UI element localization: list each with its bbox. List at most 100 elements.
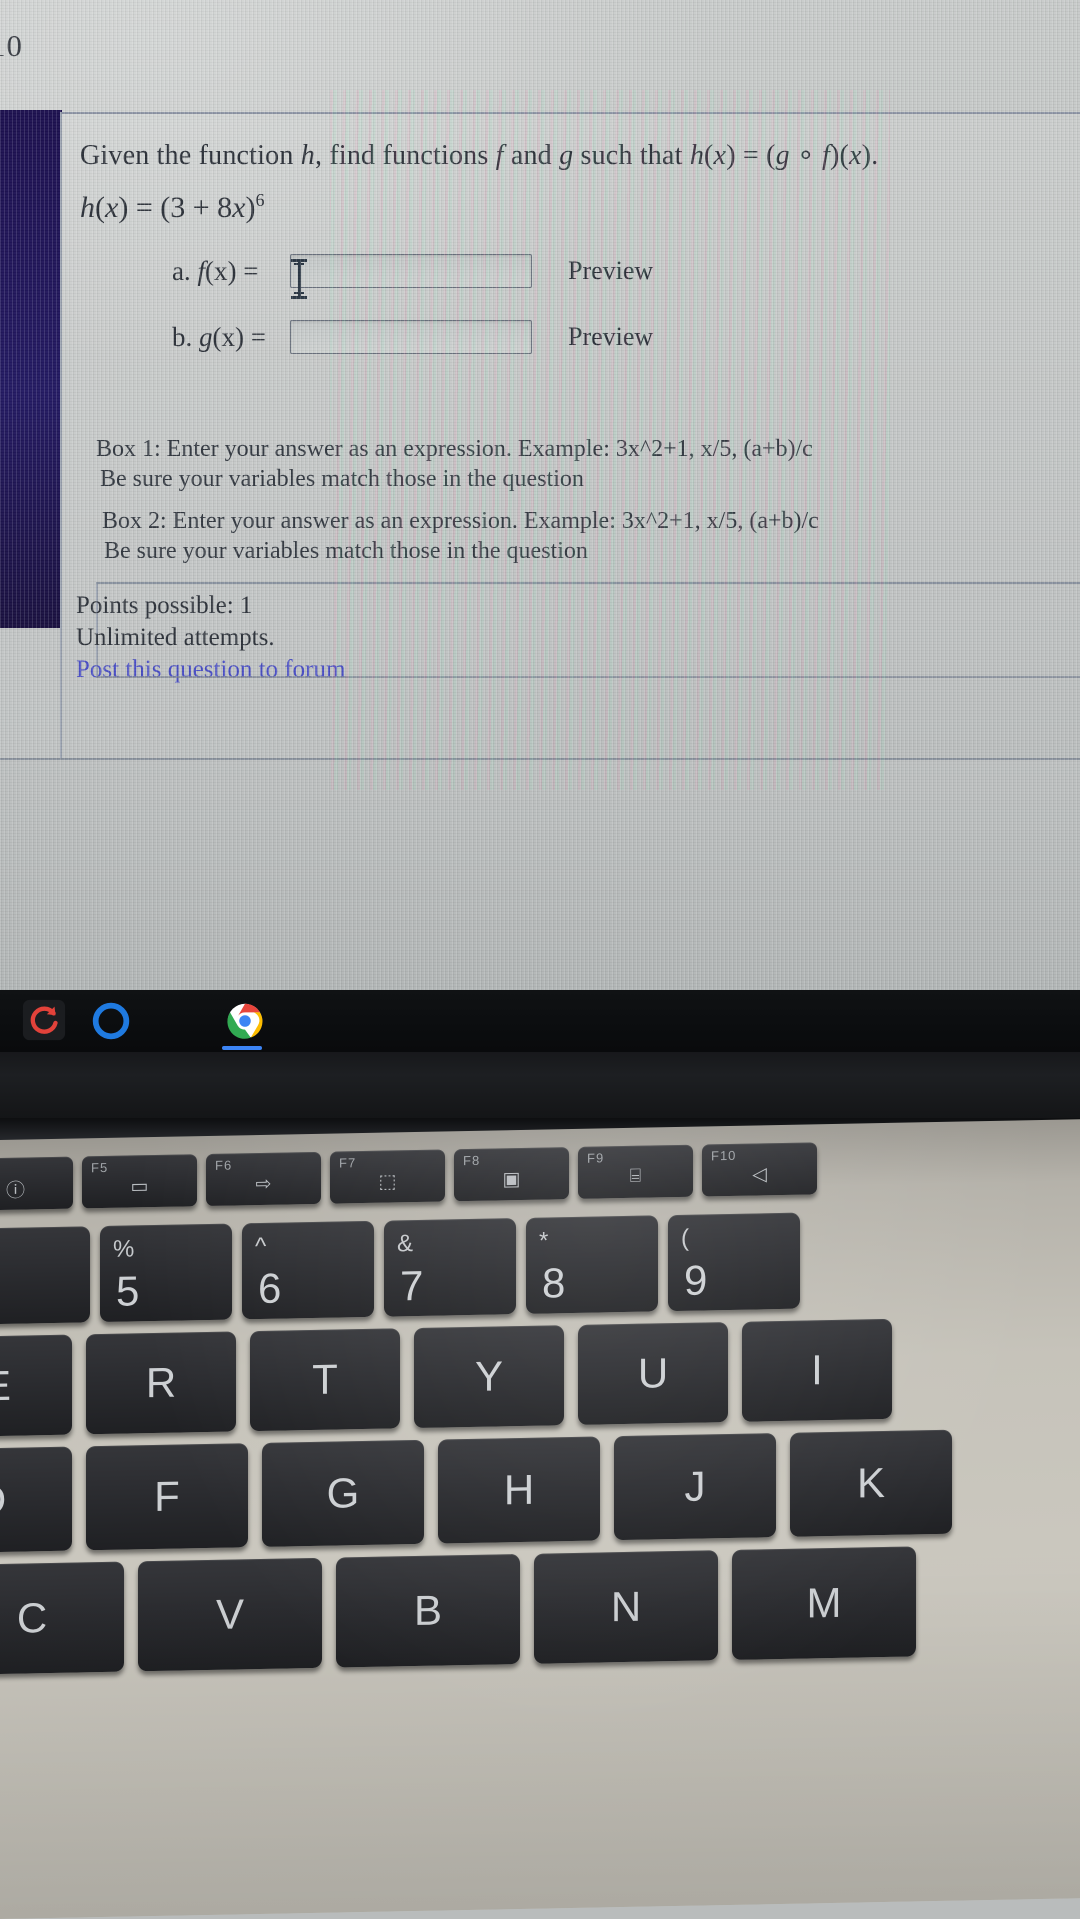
instruction-box1-line2: Be sure your variables match those in th… (100, 466, 584, 492)
key-letter-label: T (312, 1355, 338, 1404)
key-f7[interactable]: F7 ⬚ (330, 1149, 445, 1204)
question-number-partial: 10 (0, 28, 23, 63)
answer-rest-a: (x) = (205, 255, 259, 286)
fn-key-label: F5 (91, 1159, 109, 1176)
key-r[interactable]: R (86, 1331, 236, 1435)
key-j[interactable]: J (614, 1433, 776, 1541)
ring-circle-icon[interactable] (88, 998, 134, 1044)
function-formula: h(x) = (3 + 8x)6 (80, 190, 264, 225)
key-d[interactable]: D (0, 1446, 72, 1554)
points-possible-text: Points possible: 1 (76, 592, 253, 619)
prompt-text-8: )( (829, 140, 850, 171)
chrome-icon[interactable] (222, 998, 268, 1044)
key-f10[interactable]: F10 ◁ (702, 1142, 817, 1197)
key-c[interactable]: C (0, 1561, 124, 1676)
fn-key-glyph: ▭ (130, 1175, 149, 1197)
key-letter-label: Y (474, 1352, 503, 1400)
prompt-text-9: ). (861, 140, 879, 171)
key-g[interactable]: G (262, 1439, 424, 1547)
key-f6[interactable]: F6 ⇨ (206, 1151, 321, 1207)
key-f9[interactable]: F9 ⌸ (578, 1144, 693, 1199)
key-letter-label: B (413, 1586, 442, 1635)
key-letter-label: D (0, 1475, 7, 1524)
key-4[interactable]: $4 (0, 1226, 90, 1325)
fn-key-glyph: ⌸ (629, 1165, 642, 1187)
prompt-var-g2: g (775, 140, 790, 171)
key-i[interactable]: I (742, 1318, 892, 1422)
key-letter-label: C (16, 1594, 48, 1642)
fn-key-label: F7 (339, 1155, 357, 1171)
key-main-label: 7 (400, 1261, 424, 1310)
key-n[interactable]: N (534, 1550, 718, 1664)
prompt-text-1: Given the function (80, 140, 301, 171)
preview-button-b[interactable]: Preview (568, 322, 653, 352)
key-5[interactable]: % 5 (100, 1223, 232, 1323)
sync-refresh-icon[interactable] (20, 998, 68, 1044)
fn-key-label: F9 (587, 1150, 605, 1166)
key-k[interactable]: K (790, 1429, 952, 1537)
fn-key-glyph: ⇨ (255, 1173, 272, 1195)
key-shift-label: % (113, 1235, 135, 1263)
key-8[interactable]: * 8 (526, 1215, 658, 1314)
key-letter-label: G (326, 1469, 360, 1517)
preview-button-a[interactable]: Preview (568, 256, 653, 286)
key-main-label: 8 (542, 1259, 566, 1307)
prompt-text-6: ) = ( (726, 140, 776, 171)
prompt-var-g1: g (559, 140, 574, 171)
key-v[interactable]: V (138, 1557, 322, 1672)
prompt-var-h2: h (689, 140, 705, 171)
attempts-text: Unlimited attempts. (76, 624, 275, 651)
answer-row-a: a. f(x) = Preview (172, 254, 653, 288)
key-f5[interactable]: F5 ▭ (82, 1154, 197, 1209)
key-letter-label: I (811, 1346, 823, 1394)
prompt-var-x1: x (713, 140, 727, 171)
prompt-text-2: , find functions (314, 140, 496, 171)
prompt-var-h1: h (300, 140, 315, 171)
answer-input-a[interactable] (290, 254, 532, 288)
key-b[interactable]: B (336, 1554, 520, 1668)
prompt-var-f1: f (495, 140, 504, 171)
key-h[interactable]: H (438, 1436, 600, 1544)
formula-fn: h (80, 191, 95, 224)
key-main-label: 5 (116, 1267, 140, 1315)
key-u[interactable]: U (578, 1322, 728, 1425)
key-main-label: 9 (684, 1256, 708, 1304)
key-letter-label: V (215, 1590, 244, 1638)
key-letter-label: M (806, 1578, 842, 1627)
divider-bottom (96, 676, 1080, 678)
key-m[interactable]: M (732, 1546, 916, 1660)
key-main-label: 6 (258, 1264, 282, 1313)
key-letter-label: F (154, 1472, 180, 1521)
key-y[interactable]: Y (414, 1325, 564, 1429)
chrome-active-indicator (222, 1046, 262, 1050)
fn-key-label: F8 (463, 1152, 481, 1169)
fn-key-label: F10 (711, 1147, 737, 1164)
answer-letter-b: b. (172, 321, 193, 352)
key-e[interactable]: E (0, 1334, 72, 1438)
fn-key-glyph: ▣ (502, 1168, 521, 1190)
formula-open: ( (95, 191, 105, 224)
formula-close: ) (245, 191, 256, 224)
key-letter-label: R (145, 1358, 177, 1407)
key-6[interactable]: ^ 6 (242, 1220, 374, 1320)
key-shift-label: * (539, 1227, 549, 1255)
key-f8[interactable]: F8 ▣ (454, 1147, 569, 1202)
key-letter-label: U (637, 1349, 669, 1397)
key-7[interactable]: & 7 (384, 1218, 516, 1317)
formula-exponent: 6 (255, 190, 265, 210)
formula-mid: ) = (3 + 8 (118, 191, 233, 224)
prompt-text-4: such that (573, 140, 690, 171)
fn-key-label: F6 (215, 1157, 233, 1173)
laptop-screen: 10 Given the function h, find functions … (0, 0, 1080, 990)
key-f[interactable]: F (86, 1443, 248, 1551)
post-to-forum-link[interactable]: Post this question to forum (76, 656, 345, 684)
taskbar (0, 990, 1080, 1052)
answer-rest-b: (x) = (212, 321, 266, 352)
window-chrome-strip (0, 110, 62, 628)
key-shift-label: ^ (255, 1232, 267, 1261)
prompt-text-3: and (503, 140, 560, 171)
key-9[interactable]: (9 (668, 1212, 800, 1312)
key-t[interactable]: T (250, 1328, 400, 1432)
key-f4[interactable]: F4ⓘ (0, 1156, 73, 1211)
answer-input-b[interactable] (290, 320, 532, 354)
